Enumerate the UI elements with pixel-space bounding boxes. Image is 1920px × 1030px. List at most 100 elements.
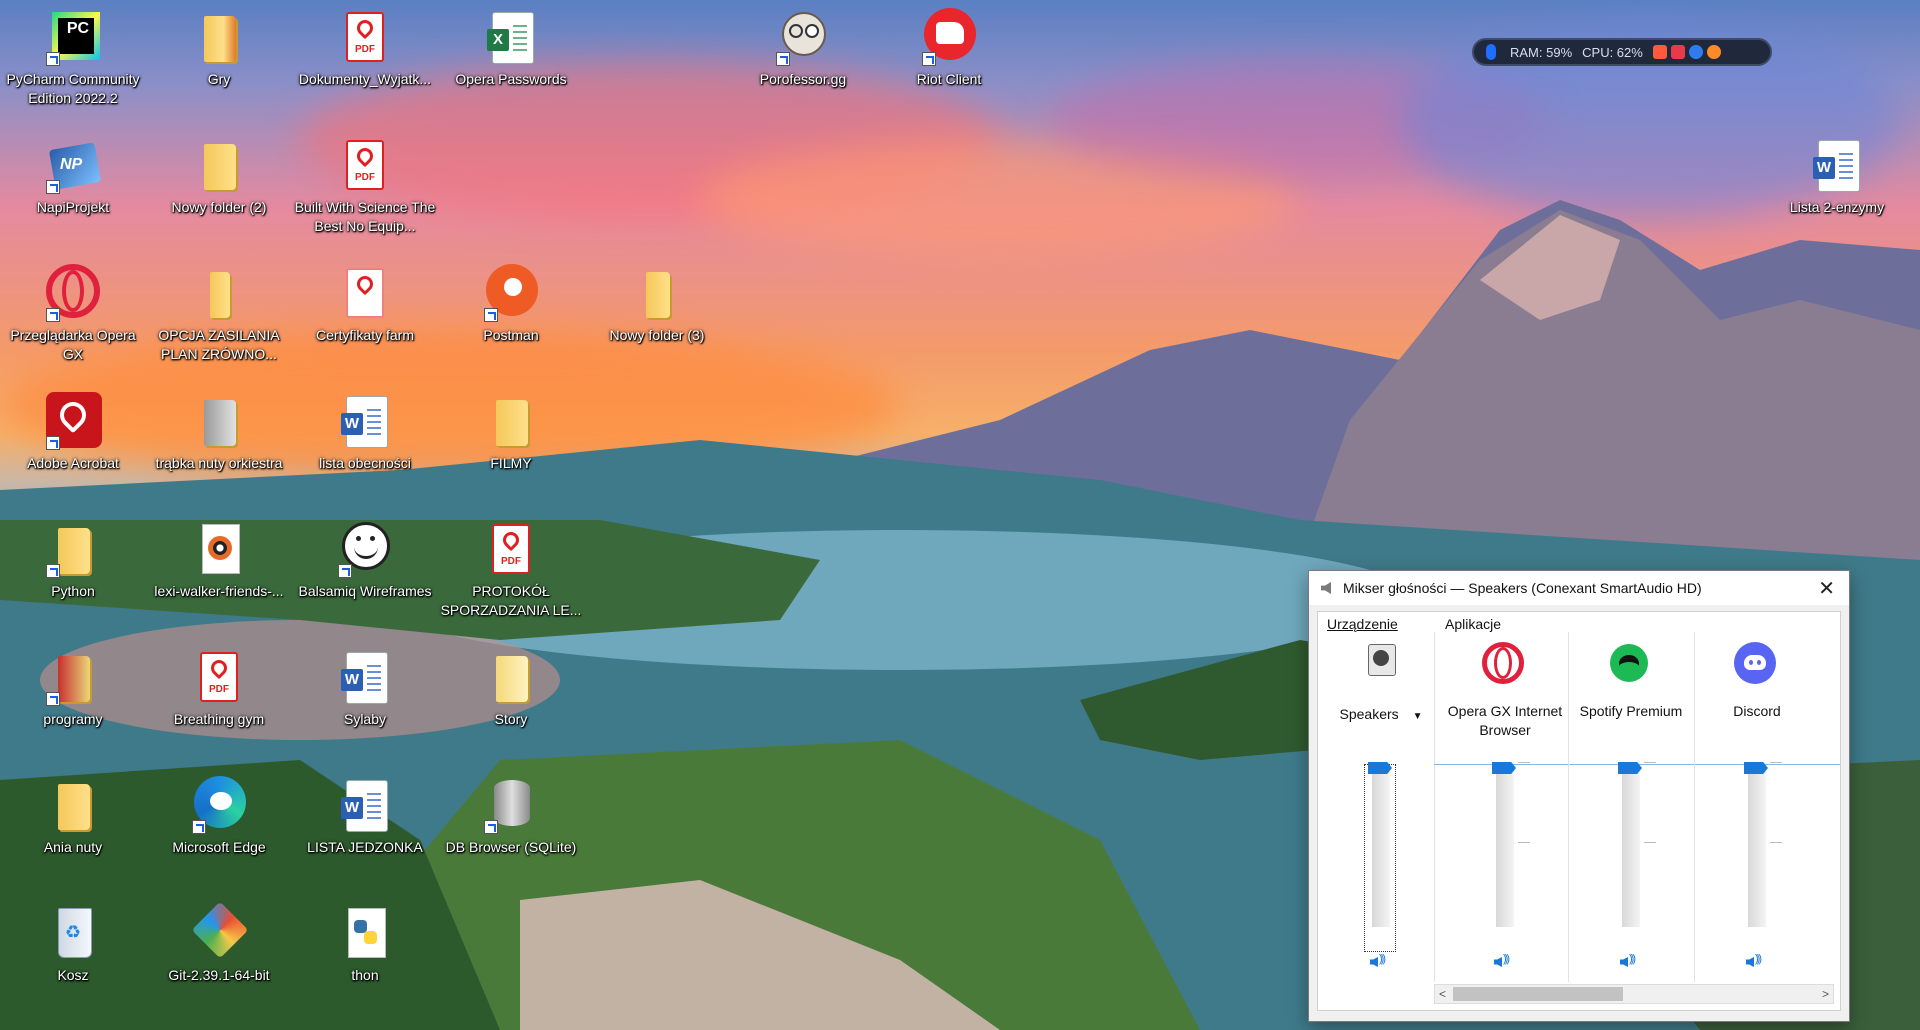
desktop-icon-lista-obecnosci[interactable]: W lista obecności: [292, 392, 438, 473]
desktop-icon-lista-jedzonka[interactable]: W LISTA JEDZONKA: [292, 776, 438, 857]
desktop-icon-git[interactable]: Git-2.39.1-64-bit: [146, 901, 292, 985]
desktop-icon-filmy[interactable]: FILMY: [438, 392, 584, 473]
discord-icon: [1734, 642, 1776, 684]
opera-gx-slider-thumb[interactable]: [1492, 762, 1516, 774]
app-name-discord: Discord: [1733, 703, 1781, 719]
performance-overlay[interactable]: RAM: 59% CPU: 62%: [1472, 38, 1772, 66]
folder-icon: [628, 264, 686, 322]
desktop-icon-opcja-zasilania[interactable]: OPCJA ZASILANIA PLAN ZRÓWNO...: [146, 264, 292, 364]
desktop-icon-opera-gx[interactable]: Przeglądarka Opera GX: [0, 264, 146, 364]
pdf-icon: PDF: [336, 136, 394, 194]
microphone-icon[interactable]: [1486, 44, 1496, 60]
opera-gx-icon: [1482, 642, 1524, 684]
scroll-left-button[interactable]: <: [1439, 985, 1446, 1003]
title-bar[interactable]: Mikser głośności — Speakers (Conexant Sm…: [1309, 571, 1849, 605]
balsamiq-icon: [336, 520, 394, 578]
desktop-icon-postman[interactable]: Postman: [438, 264, 584, 345]
arrow-right-icon[interactable]: [1688, 45, 1703, 59]
desktop-icon-recycle-bin[interactable]: ♻ Kosz: [0, 904, 146, 985]
discord-slider-thumb[interactable]: [1744, 762, 1768, 774]
app-name-opera-gx: Opera GX Internet Browser: [1447, 703, 1563, 738]
close-button[interactable]: ✕: [1818, 576, 1835, 601]
desktop-icon-trabka-nuty[interactable]: trąbka nuty orkiestra: [146, 392, 292, 473]
folder-icon: [190, 136, 248, 194]
desktop-icon-protokol[interactable]: PDF PROTOKÓŁ SPORZADZANIA LE...: [438, 520, 584, 620]
device-column: Speakers ▼: [1318, 612, 1444, 990]
discord-slider-track[interactable]: [1748, 767, 1766, 927]
device-slider-thumb[interactable]: [1368, 762, 1392, 774]
desktop-icon-gry[interactable]: Gry: [146, 8, 292, 89]
notification-icon[interactable]: [1706, 45, 1721, 59]
desktop-icon-story[interactable]: Story: [438, 648, 584, 729]
python-file-icon: [336, 904, 394, 962]
word-icon: W: [1808, 136, 1866, 194]
desktop-icon-napiprojekt[interactable]: NP NapiProjekt: [0, 136, 146, 217]
folder-icon: [190, 264, 248, 322]
media-file-icon: [190, 520, 248, 578]
scrollbar-thumb[interactable]: [1453, 987, 1623, 1001]
spotify-slider-track[interactable]: [1622, 767, 1640, 927]
desktop-icon-lexi-walker[interactable]: lexi-walker-friends-...: [146, 520, 292, 601]
folder-icon: [190, 8, 248, 66]
pdf-icon: [336, 264, 394, 322]
desktop-icon-adobe-acrobat[interactable]: Adobe Acrobat: [0, 392, 146, 473]
spotify-slider-thumb[interactable]: [1618, 762, 1642, 774]
desktop-icon-riot-client[interactable]: Riot Client: [876, 8, 1022, 89]
acrobat-icon: [44, 392, 102, 450]
device-name: Speakers: [1339, 706, 1399, 722]
word-icon: W: [336, 648, 394, 706]
folder-icon: [482, 392, 540, 450]
desktop-icon-dokumenty[interactable]: PDF Dokumenty_Wyjatk...: [292, 8, 438, 89]
desktop-icon-lista-2-enzymy[interactable]: W Lista 2-enzymy: [1764, 136, 1910, 217]
horizontal-scrollbar[interactable]: < >: [1434, 984, 1834, 1004]
device-select[interactable]: Speakers ▼: [1318, 705, 1444, 726]
device-mute-button[interactable]: [1370, 953, 1392, 970]
folder-icon: [44, 520, 102, 578]
desktop-icon-breathing-gym[interactable]: PDF Breathing gym: [146, 648, 292, 729]
app-column-spotify: Spotify Premium: [1568, 612, 1694, 990]
discord-mute-button[interactable]: [1746, 953, 1768, 970]
spotify-icon: [1608, 642, 1650, 684]
pdf-icon: PDF: [482, 520, 540, 578]
git-icon: [190, 901, 249, 962]
device-slider-track[interactable]: [1372, 767, 1390, 927]
folder-icon: [44, 776, 102, 834]
desktop-icon-sylaby[interactable]: W Sylaby: [292, 648, 438, 729]
folder-icon: [44, 648, 102, 706]
desktop-icon-opera-passwords[interactable]: X Opera Passwords: [438, 8, 584, 89]
cpu-readout: CPU: 62%: [1582, 44, 1643, 60]
chevron-down-icon[interactable]: ▼: [1413, 711, 1423, 722]
app-column-opera-gx: Opera GX Internet Browser: [1442, 612, 1568, 990]
desktop-icon-programy[interactable]: programy: [0, 648, 146, 729]
desktop-icon-nowy-folder-3[interactable]: Nowy folder (3): [584, 264, 730, 345]
database-icon: [482, 776, 540, 834]
app-column-discord: Discord: [1694, 612, 1820, 990]
opera-gx-icon: [44, 264, 102, 322]
desktop-icon-balsamiq[interactable]: Balsamiq Wireframes: [292, 520, 438, 601]
opera-gx-slider-track[interactable]: [1496, 767, 1514, 927]
riot-icon: [920, 8, 978, 66]
desktop-icon-microsoft-edge[interactable]: Microsoft Edge: [146, 776, 292, 857]
speaker-icon: [1321, 582, 1331, 594]
volume-mixer-window[interactable]: Mikser głośności — Speakers (Conexant Sm…: [1308, 570, 1850, 1022]
desktop-icon-nowy-folder-2[interactable]: Nowy folder (2): [146, 136, 292, 217]
desktop-icon-db-browser[interactable]: DB Browser (SQLite): [438, 776, 584, 857]
spotify-mute-button[interactable]: [1620, 953, 1642, 970]
desktop-icon-thon[interactable]: thon: [292, 904, 438, 985]
desktop-icon-built-with-science[interactable]: PDF Built With Science The Best No Equip…: [292, 136, 438, 236]
postman-icon: [482, 264, 540, 322]
mixer-body: Urządzenie Aplikacje Speakers ▼))) Oper…: [1317, 611, 1841, 1011]
desktop-icon-certyfikaty-farm[interactable]: Certyfikaty farm: [292, 264, 438, 345]
word-icon: W: [336, 776, 394, 834]
archive-icon: [190, 392, 248, 450]
scroll-right-button[interactable]: >: [1822, 985, 1829, 1003]
desktop-icon-pycharm[interactable]: PC PyCharm Community Edition 2022.2: [0, 8, 146, 108]
speaker-device-icon: [1358, 642, 1400, 684]
opera-gx-mute-button[interactable]: [1494, 953, 1516, 970]
desktop-icon-porofessor[interactable]: Porofessor.gg: [730, 8, 876, 89]
record-icon[interactable]: [1670, 45, 1685, 59]
desktop-icon-ania-nuty[interactable]: Ania nuty: [0, 776, 146, 857]
folder-icon: [482, 648, 540, 706]
desktop-icon-python[interactable]: Python: [0, 520, 146, 601]
app-name-spotify: Spotify Premium: [1579, 703, 1683, 719]
